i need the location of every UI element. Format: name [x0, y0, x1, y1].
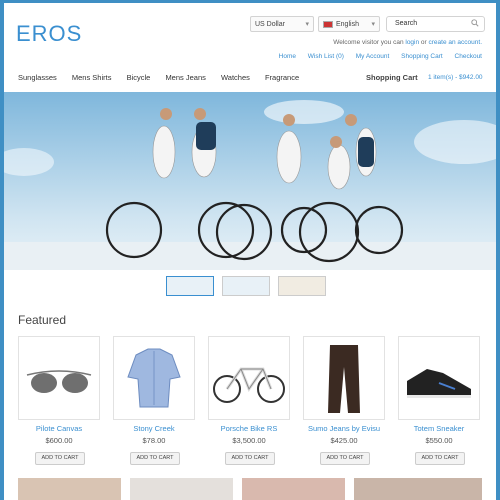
category-nav: Sunglasses Mens Shirts Bicycle Mens Jean…: [18, 73, 312, 82]
nav-item-mens-shirts[interactable]: Mens Shirts: [72, 73, 112, 82]
cart-info[interactable]: 1 item(s) - $942.00: [428, 74, 483, 81]
promo-banner[interactable]: [242, 478, 345, 500]
bicycle-icon: [213, 367, 285, 403]
nav-item-bicycle[interactable]: Bicycle: [127, 73, 151, 82]
top-links: Home Wish List (0) My Account Shopping C…: [269, 53, 482, 60]
product-name[interactable]: Sumo Jeans by Evisu: [294, 424, 394, 433]
carousel-thumb-1[interactable]: [166, 276, 214, 296]
jeans-icon: [328, 345, 360, 413]
product-price: $3,500.00: [232, 436, 266, 445]
featured-title: Featured: [18, 313, 67, 327]
nav-item-fragrance[interactable]: Fragrance: [265, 73, 299, 82]
page: EROS US Dollar ▾ English ▾ Search Welcom…: [4, 3, 496, 500]
chevron-down-icon: ▾: [305, 21, 309, 28]
carousel-thumb-3[interactable]: [278, 276, 326, 296]
product-name[interactable]: Totem Sneaker: [389, 424, 489, 433]
add-to-cart-button[interactable]: ADD TO CART: [35, 452, 85, 465]
add-to-cart-button[interactable]: ADD TO CART: [415, 452, 465, 465]
add-to-cart-button[interactable]: ADD TO CART: [320, 452, 370, 465]
nav-item-watches[interactable]: Watches: [221, 73, 250, 82]
search-icon[interactable]: [471, 19, 479, 27]
currency-value: US Dollar: [255, 21, 285, 28]
nav-item-sunglasses[interactable]: Sunglasses: [18, 73, 57, 82]
product-image[interactable]: [113, 336, 195, 420]
carousel-thumb-2[interactable]: [222, 276, 270, 296]
product-name[interactable]: Stony Creek: [104, 424, 204, 433]
welcome-text: Welcome visitor you can login or create …: [333, 39, 482, 46]
wishlist-link[interactable]: Wish List (0): [308, 53, 344, 60]
my-account-link[interactable]: My Account: [356, 53, 390, 60]
product-price: $600.00: [45, 436, 73, 445]
promo-banner[interactable]: [18, 478, 121, 500]
shopping-cart-link[interactable]: Shopping Cart: [401, 53, 443, 60]
product-image[interactable]: [208, 336, 290, 420]
promo-banner[interactable]: [354, 478, 482, 500]
flag-icon: [323, 20, 333, 28]
sunglasses-icon: [26, 370, 92, 393]
create-account-link[interactable]: create an account.: [429, 39, 482, 46]
promo-banner[interactable]: [130, 478, 233, 500]
home-link[interactable]: Home: [279, 53, 296, 60]
shirt-icon: [127, 348, 181, 408]
product-image[interactable]: [398, 336, 480, 420]
sneaker-icon: [407, 369, 471, 398]
chevron-down-icon: ▾: [371, 21, 375, 28]
product-image[interactable]: [303, 336, 385, 420]
cart-title[interactable]: Shopping Cart: [366, 73, 418, 82]
product-name[interactable]: Pilote Canvas: [9, 424, 109, 433]
add-to-cart-button[interactable]: ADD TO CART: [225, 452, 275, 465]
language-value: English: [336, 21, 359, 28]
search-placeholder: Search: [395, 20, 418, 27]
product-price: $425.00: [330, 436, 358, 445]
search-input[interactable]: Search: [386, 16, 485, 32]
language-select[interactable]: English ▾: [318, 16, 380, 32]
logo[interactable]: EROS: [16, 21, 82, 47]
add-to-cart-button[interactable]: ADD TO CART: [130, 452, 180, 465]
login-link[interactable]: login: [405, 39, 419, 46]
product-price: $550.00: [425, 436, 453, 445]
hero-banner[interactable]: [4, 92, 496, 270]
currency-select[interactable]: US Dollar ▾: [250, 16, 314, 32]
product-name[interactable]: Porsche Bike RS: [199, 424, 299, 433]
nav-item-mens-jeans[interactable]: Mens Jeans: [165, 73, 205, 82]
product-image[interactable]: [18, 336, 100, 420]
checkout-link[interactable]: Checkout: [455, 53, 482, 60]
product-price: $78.00: [142, 436, 166, 445]
